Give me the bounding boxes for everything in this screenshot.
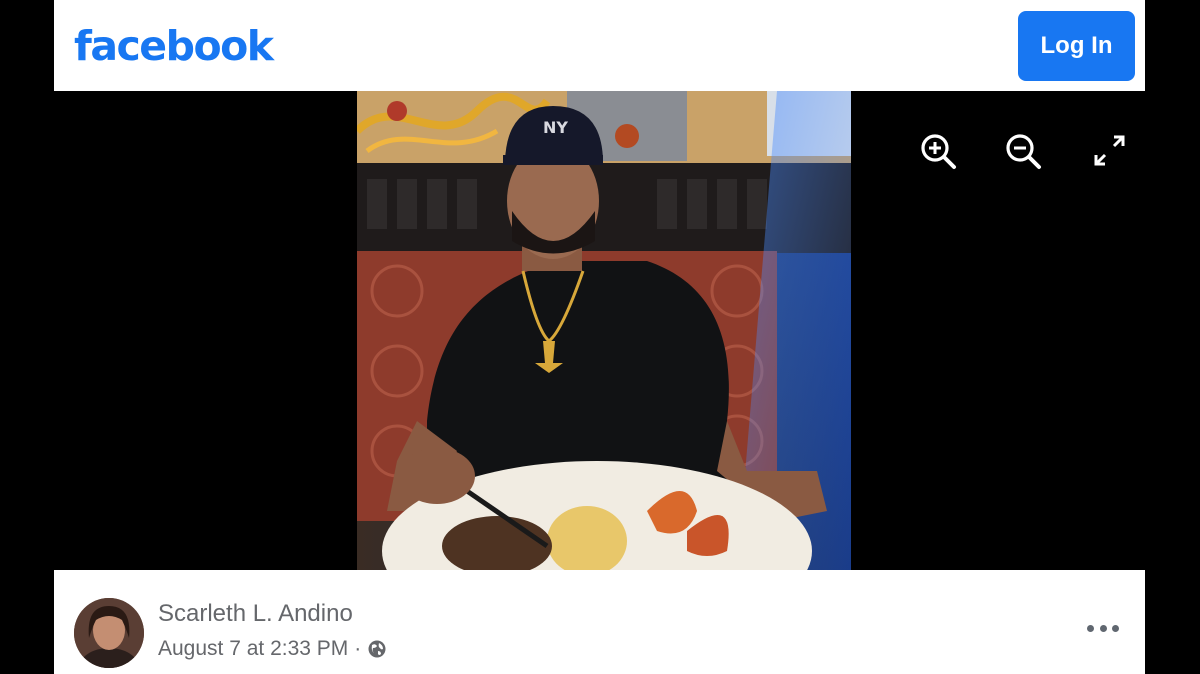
more-options-button[interactable] (1087, 620, 1119, 636)
top-bar: facebook Log In (54, 0, 1145, 91)
facebook-logo[interactable]: facebook (74, 22, 274, 70)
zoom-in-button[interactable] (918, 131, 958, 171)
post-photo[interactable]: NY (357, 91, 851, 570)
zoom-out-icon (1006, 134, 1041, 169)
author-name[interactable]: Scarleth L. Andino (158, 600, 353, 628)
zoom-out-button[interactable] (1003, 131, 1043, 171)
fullscreen-button[interactable] (1090, 131, 1130, 171)
globe-icon (368, 640, 386, 658)
page-frame: facebook Log In NY Scarleth L. Andino Au… (54, 0, 1145, 674)
post-meta: August 7 at 2:33 PM · (158, 637, 387, 661)
post-footer: Scarleth L. Andino August 7 at 2:33 PM · (54, 570, 1145, 674)
photo-viewer: NY (54, 91, 1145, 570)
svg-text:NY: NY (543, 118, 568, 137)
more-dot (1087, 624, 1094, 632)
photo-illustration: NY (357, 91, 851, 570)
author-avatar[interactable] (74, 598, 144, 668)
log-in-button[interactable]: Log In (1018, 10, 1135, 81)
more-dot (1112, 624, 1119, 632)
post-date[interactable]: August 7 at 2:33 PM (158, 637, 348, 661)
fullscreen-icon (1094, 135, 1125, 166)
zoom-in-icon (921, 134, 956, 169)
avatar-image (74, 598, 144, 668)
more-dot (1099, 624, 1107, 632)
meta-separator: · (354, 637, 362, 660)
